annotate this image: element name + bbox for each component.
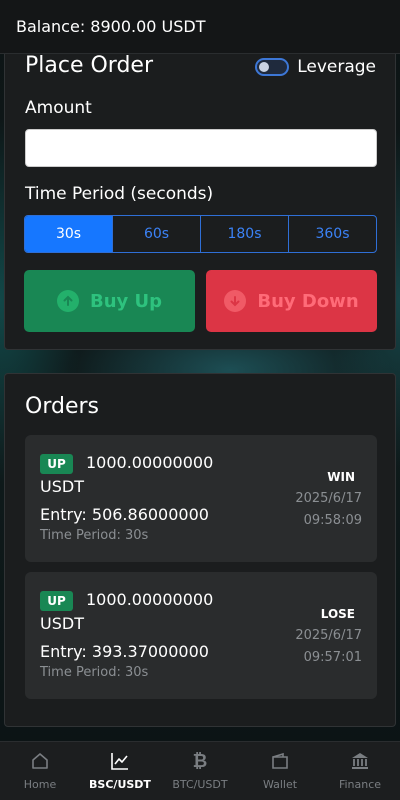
period-option-360s[interactable]: 360s [289, 216, 376, 252]
nav-item-wallet[interactable]: Wallet [240, 742, 320, 800]
leverage-label: Leverage [297, 57, 376, 77]
balance-bar: Balance: 8900.00 USDT [0, 0, 400, 54]
nav-item-finance[interactable]: Finance [320, 742, 400, 800]
period-option-60s[interactable]: 60s [113, 216, 201, 252]
time-period-selector: 30s 60s 180s 360s [24, 215, 377, 253]
buy-down-label: Buy Down [257, 290, 359, 312]
order-amount: 1000.00000000 [86, 590, 214, 609]
amount-input[interactable] [25, 129, 377, 167]
order-time-period: Time Period: 30s [40, 528, 149, 543]
bitcoin-icon: ₿ [192, 750, 208, 772]
nav-label: Wallet [262, 778, 298, 791]
nav-label: BTC/USDT [172, 778, 228, 791]
buy-up-button[interactable]: Buy Up [24, 270, 195, 332]
order-date: 2025/6/17 [295, 491, 362, 506]
orders-title: Orders [25, 394, 99, 419]
direction-badge: UP [40, 591, 73, 611]
order-result: WIN [327, 470, 355, 484]
order-result: LOSE [320, 607, 355, 621]
order-item[interactable]: UP 1000.00000000 USDT Entry: 506.8600000… [25, 435, 377, 562]
nav-label: BSC/USDT [89, 778, 151, 791]
bank-icon [349, 750, 371, 772]
bottom-nav: Home BSC/USDT ₿ BTC/USDT Wallet Finance [0, 741, 400, 800]
leverage-toggle[interactable] [255, 58, 290, 76]
order-unit: USDT [40, 477, 84, 496]
nav-item-bsc-usdt[interactable]: BSC/USDT [80, 742, 160, 800]
orders-card: Orders UP 1000.00000000 USDT Entry: 506.… [4, 373, 396, 727]
time-period-label: Time Period (seconds) [25, 184, 214, 204]
buy-up-label: Buy Up [89, 290, 163, 312]
place-order-card: Place Order Leverage Amount Time Period … [4, 40, 396, 350]
nav-item-btc-usdt[interactable]: ₿ BTC/USDT [160, 742, 240, 800]
wallet-icon [269, 750, 291, 772]
buy-down-button[interactable]: Buy Down [206, 270, 377, 332]
period-option-30s[interactable]: 30s [25, 216, 113, 252]
order-unit: USDT [40, 614, 84, 633]
home-icon [29, 750, 51, 772]
period-option-180s[interactable]: 180s [201, 216, 289, 252]
arrow-down-icon [224, 290, 247, 312]
nav-label: Home [23, 778, 57, 791]
balance-text: Balance: 8900.00 USDT [16, 17, 206, 36]
order-time: 09:58:09 [303, 513, 362, 528]
amount-label: Amount [25, 98, 92, 118]
nav-item-home[interactable]: Home [0, 742, 80, 800]
arrow-up-icon [56, 290, 79, 312]
order-item[interactable]: UP 1000.00000000 USDT Entry: 393.3700000… [25, 572, 377, 699]
order-date: 2025/6/17 [295, 628, 362, 643]
order-time-period: Time Period: 30s [40, 665, 149, 680]
order-entry: Entry: 506.86000000 [40, 505, 209, 524]
chart-line-icon [109, 750, 131, 772]
order-time: 09:57:01 [303, 650, 362, 665]
nav-label: Finance [338, 778, 382, 791]
order-entry: Entry: 393.37000000 [40, 642, 209, 661]
order-amount: 1000.00000000 [86, 453, 214, 472]
direction-badge: UP [40, 454, 73, 474]
leverage-toggle-group: Leverage [255, 57, 376, 77]
place-order-title: Place Order [25, 53, 154, 78]
toggle-knob [259, 62, 270, 72]
